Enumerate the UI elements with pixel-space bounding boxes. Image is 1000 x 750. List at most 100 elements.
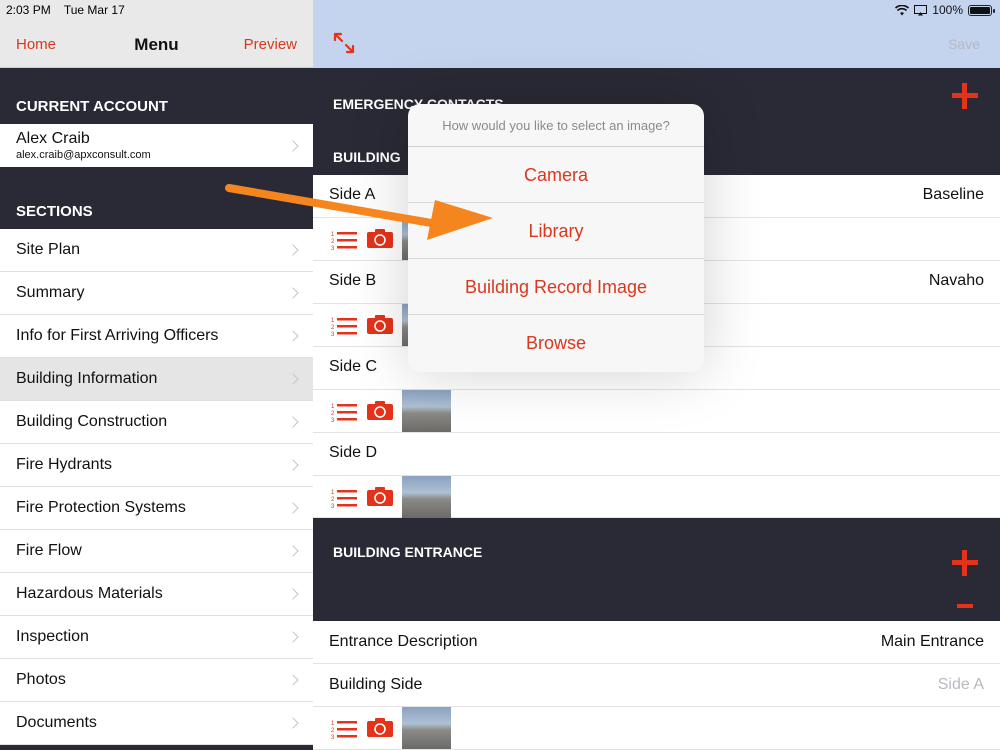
sidebar-item-documents[interactable]: Documents [0, 702, 313, 745]
sidebar-item-inspection[interactable]: Inspection [0, 616, 313, 659]
svg-text:3: 3 [331, 246, 335, 251]
sidebar-item-summary[interactable]: Summary [0, 272, 313, 315]
sidebar-item-label: Inspection [16, 628, 89, 645]
minus-icon[interactable] [957, 604, 973, 608]
save-button[interactable]: Save [948, 36, 980, 52]
sidebar-item-fire-protection-systems[interactable]: Fire Protection Systems [0, 487, 313, 530]
sidebar-item-building-construction[interactable]: Building Construction [0, 401, 313, 444]
camera-icon[interactable] [367, 400, 393, 420]
entrance-thumbnail[interactable] [402, 707, 451, 749]
chevron-right-icon [287, 545, 299, 557]
entrance-description-value: Main Entrance [880, 633, 984, 650]
screen-mirroring-icon [914, 4, 928, 15]
side-c-thumbnail[interactable] [402, 390, 451, 432]
svg-text:2: 2 [331, 728, 335, 734]
svg-text:2: 2 [331, 325, 335, 331]
status-date: Tue Mar 17 [63, 3, 125, 17]
numbered-list-icon[interactable]: 123 [331, 718, 357, 740]
chevron-right-icon [287, 244, 299, 256]
building-side-field[interactable]: Side A [938, 676, 984, 694]
side-d-row[interactable]: Side D [313, 433, 1000, 476]
sidebar-item-label: Building Construction [16, 413, 168, 430]
svg-text:1: 1 [331, 404, 335, 410]
popover-title: How would you like to select an image? [408, 104, 704, 147]
status-time: 2:03 PM [6, 3, 51, 17]
battery-level [970, 6, 990, 14]
entrance-media-row: 123 [313, 707, 1000, 750]
account-email: alex.craib@apxconsult.com [16, 149, 151, 161]
svg-text:2: 2 [331, 497, 335, 503]
annotation-arrow-icon [225, 184, 493, 240]
sidebar-item-label: Fire Flow [16, 542, 82, 559]
sections-list: Site Plan Summary Info for First Arrivin… [0, 229, 313, 745]
side-a-value: Baseline [922, 186, 984, 203]
chevron-right-icon [287, 330, 299, 342]
expand-arrows-icon[interactable] [333, 32, 355, 54]
sidebar-item-first-arriving-officers[interactable]: Info for First Arriving Officers [0, 315, 313, 358]
sidebar-item-label: Summary [16, 284, 85, 301]
building-entrance-header: BUILDING ENTRANCE [333, 544, 483, 560]
sidebar-item-label: Building Information [16, 370, 158, 387]
sidebar-item-label: Fire Protection Systems [16, 499, 186, 516]
wifi-icon [895, 4, 910, 15]
battery-icon [968, 4, 995, 16]
sidebar-item-fire-flow[interactable]: Fire Flow [0, 530, 313, 573]
plus-icon[interactable] [952, 550, 978, 576]
svg-text:1: 1 [331, 721, 335, 727]
svg-text:3: 3 [331, 504, 335, 509]
chevron-right-icon [287, 459, 299, 471]
svg-text:3: 3 [331, 735, 335, 740]
sidebar-item-building-information[interactable]: Building Information [0, 358, 313, 401]
side-c-label: Side C [329, 358, 378, 375]
camera-icon[interactable] [367, 314, 393, 334]
numbered-list-icon[interactable]: 123 [331, 315, 357, 337]
building-side-label: Building Side [329, 676, 423, 693]
menu-panel: Home Menu Preview CURRENT ACCOUNT Alex C… [0, 0, 313, 750]
numbered-list-icon[interactable]: 123 [331, 487, 357, 509]
building-record-image-option[interactable]: Building Record Image [408, 259, 704, 315]
preview-button[interactable]: Preview [244, 36, 297, 53]
entrance-description-label: Entrance Description [329, 633, 478, 650]
svg-text:3: 3 [331, 418, 335, 423]
status-bar-right: 100% [895, 3, 995, 17]
building-header: BUILDING [333, 149, 401, 165]
side-d-thumbnail[interactable] [402, 476, 451, 518]
sidebar-item-label: Hazardous Materials [16, 585, 163, 602]
svg-text:1: 1 [331, 318, 335, 324]
chevron-right-icon [287, 373, 299, 385]
current-account-row[interactable]: Alex Craib alex.craib@apxconsult.com [0, 124, 313, 167]
camera-icon[interactable] [367, 486, 393, 506]
chevron-right-icon [287, 674, 299, 686]
svg-text:2: 2 [331, 411, 335, 417]
numbered-list-icon[interactable]: 123 [331, 401, 357, 423]
sidebar-item-label: Photos [16, 671, 66, 688]
sidebar-item-photos[interactable]: Photos [0, 659, 313, 702]
chevron-right-icon [287, 631, 299, 643]
browse-option[interactable]: Browse [408, 315, 704, 371]
side-d-label: Side D [329, 444, 378, 461]
chevron-right-icon [287, 588, 299, 600]
side-c-media-row: 123 [313, 390, 1000, 433]
chevron-right-icon [287, 502, 299, 514]
building-side-row[interactable]: Building Side Side A [313, 664, 1000, 707]
side-b-value: Navaho [928, 272, 984, 289]
sidebar-item-hazardous-materials[interactable]: Hazardous Materials [0, 573, 313, 616]
svg-text:1: 1 [331, 490, 335, 496]
entrance-description-row[interactable]: Entrance Description Main Entrance [313, 621, 1000, 664]
camera-icon[interactable] [367, 717, 393, 737]
sidebar-item-label: Site Plan [16, 241, 81, 258]
battery-percent: 100% [932, 3, 963, 17]
side-b-label: Side B [329, 272, 377, 289]
sidebar-item-label: Info for First Arriving Officers [16, 327, 219, 344]
chevron-right-icon [287, 287, 299, 299]
chevron-right-icon [287, 416, 299, 428]
current-account-header: CURRENT ACCOUNT [16, 98, 168, 115]
sidebar-item-fire-hydrants[interactable]: Fire Hydrants [0, 444, 313, 487]
sidebar-item-label: Documents [16, 714, 97, 731]
svg-text:3: 3 [331, 332, 335, 337]
chevron-right-icon [287, 717, 299, 729]
plus-icon[interactable] [952, 83, 978, 109]
sidebar-item-label: Fire Hydrants [16, 456, 113, 473]
side-d-media-row: 123 [313, 476, 1000, 518]
status-bar-left: 2:03 PM Tue Mar 17 [6, 3, 135, 17]
